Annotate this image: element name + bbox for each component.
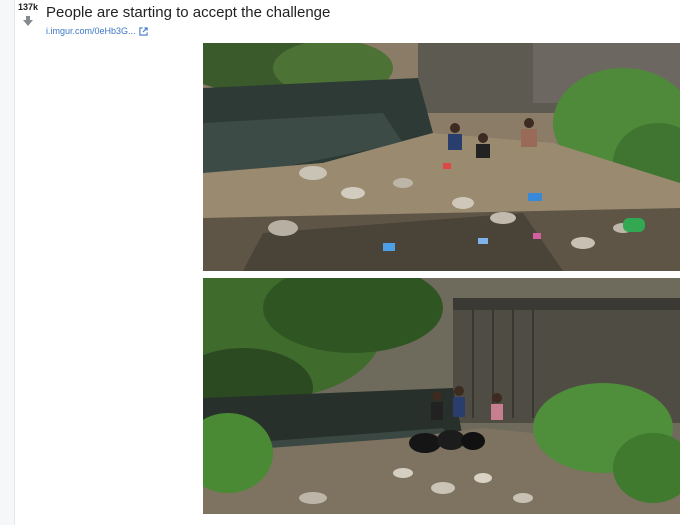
- after-photo[interactable]: [203, 278, 680, 514]
- left-margin-strip: [0, 0, 15, 525]
- before-photo[interactable]: [203, 43, 680, 271]
- vote-score: 137k: [17, 2, 39, 12]
- vote-column: 137k: [14, 2, 42, 28]
- source-domain[interactable]: i.imgur.com/0eHb3G...: [46, 26, 136, 36]
- source-link[interactable]: i.imgur.com/0eHb3G...: [46, 26, 148, 36]
- downvote-arrow-icon[interactable]: [21, 14, 35, 28]
- external-link-icon: [138, 26, 148, 36]
- post-title[interactable]: People are starting to accept the challe…: [46, 4, 330, 21]
